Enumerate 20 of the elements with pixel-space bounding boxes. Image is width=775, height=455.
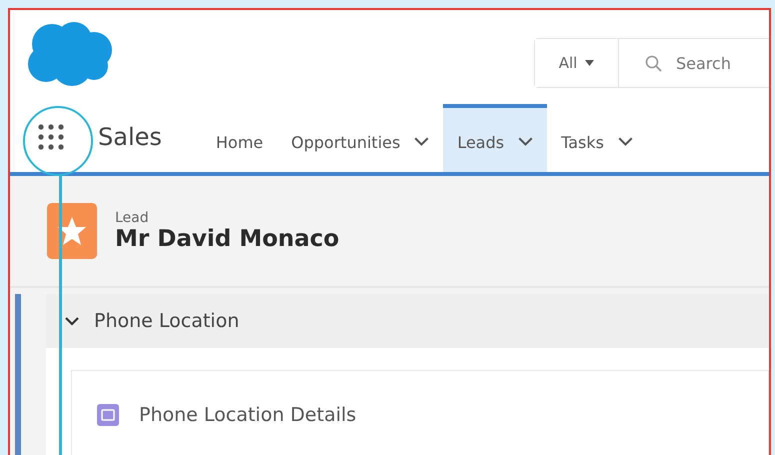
app-name: Sales	[98, 123, 162, 151]
caret-down-icon	[585, 60, 594, 66]
nav-tab[interactable]: Tasks	[547, 104, 647, 172]
annotation-circle	[23, 106, 93, 176]
nav-tab[interactable]: Opportunities	[277, 104, 444, 172]
nav-tab[interactable]: Leads	[443, 104, 548, 172]
chevron-down-icon[interactable]	[414, 137, 430, 147]
card-icon	[97, 404, 119, 426]
record-name: Mr David Monaco	[115, 226, 340, 252]
nav-tab[interactable]: Home	[202, 104, 278, 172]
search-icon	[645, 54, 662, 72]
section-header[interactable]: Phone Location	[46, 294, 769, 348]
lead-star-icon	[47, 203, 97, 259]
app-launcher-icon[interactable]	[38, 124, 64, 150]
search-field[interactable]: Search	[676, 54, 766, 72]
search-scope-dropdown[interactable]: All	[535, 39, 619, 87]
card-title: Phone Location Details	[139, 404, 356, 426]
chevron-down-icon[interactable]	[618, 137, 633, 147]
chevron-down-icon[interactable]	[518, 137, 534, 147]
record-type: Lead	[115, 210, 150, 226]
